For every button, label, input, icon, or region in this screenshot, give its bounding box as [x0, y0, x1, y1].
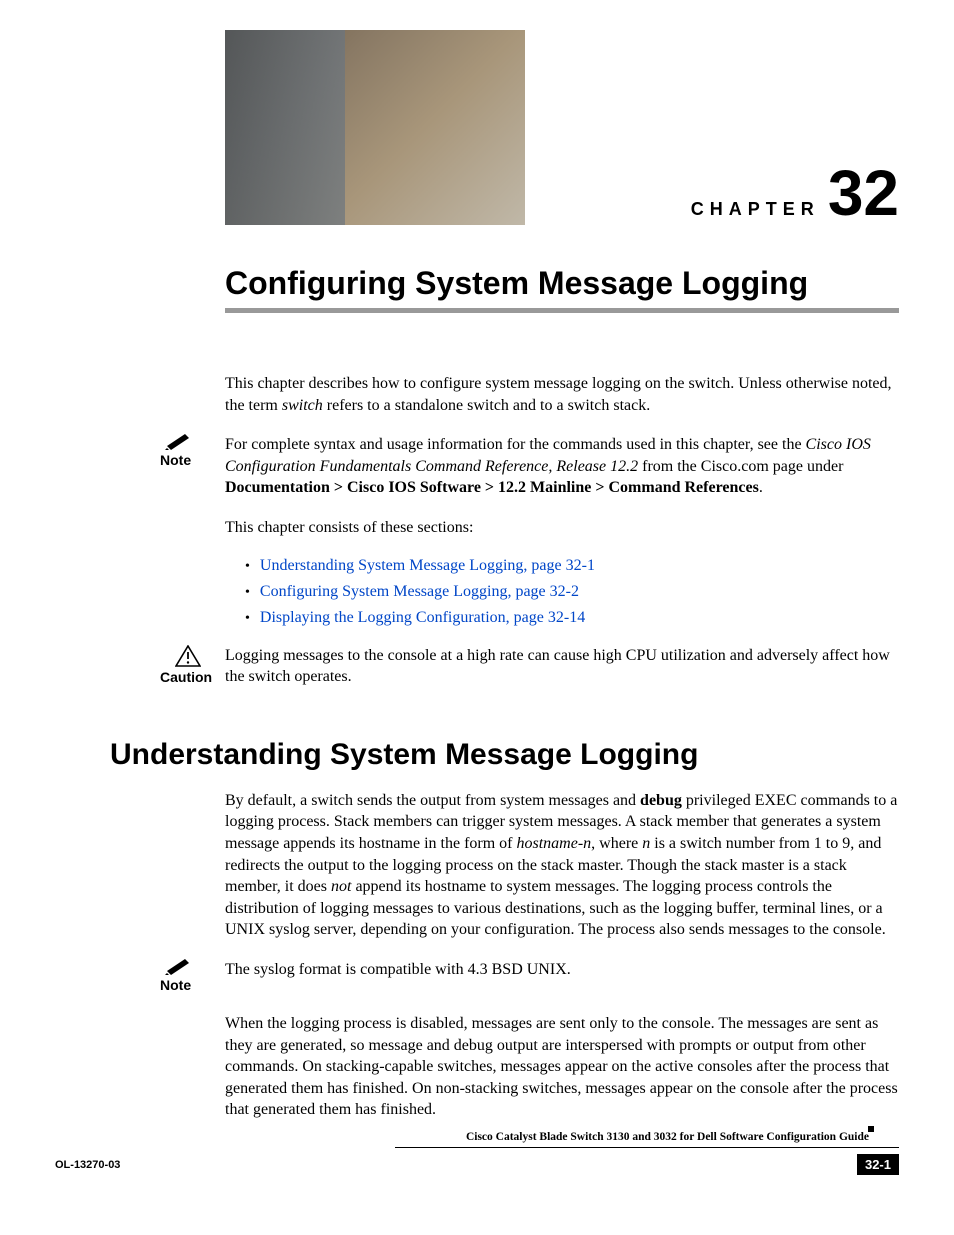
- bullet-icon: •: [245, 585, 250, 601]
- text-italic: hostname-n: [517, 835, 592, 852]
- body-paragraph: When the logging process is disabled, me…: [225, 1013, 899, 1121]
- toc-item: • Displaying the Logging Configuration, …: [245, 609, 899, 627]
- text-italic: switch: [282, 397, 323, 414]
- caution-icon: [175, 645, 201, 667]
- footer-tick: [868, 1126, 874, 1132]
- title-rule: [225, 308, 899, 313]
- toc-item: • Configuring System Message Logging, pa…: [245, 583, 899, 601]
- toc-link-configuring[interactable]: Configuring System Message Logging, page…: [260, 583, 579, 601]
- footer-doc-title: Cisco Catalyst Blade Switch 3130 and 303…: [55, 1131, 869, 1143]
- bullet-icon: •: [245, 559, 250, 575]
- text: .: [759, 479, 763, 496]
- chapter-header: CHAPTER 32: [225, 30, 899, 225]
- text-bold: Documentation > Cisco IOS Software > 12.…: [225, 479, 759, 496]
- bullet-icon: •: [245, 611, 250, 627]
- note-text: The syslog format is compatible with 4.3…: [225, 959, 899, 981]
- caution-text: Logging messages to the console at a hig…: [225, 645, 899, 688]
- note-icon: [165, 434, 193, 450]
- note-label: Note: [160, 977, 191, 993]
- body-paragraph: By default, a switch sends the output fr…: [225, 790, 899, 941]
- caution-block: Caution Logging messages to the console …: [55, 645, 899, 688]
- note-block: Note The syslog format is compatible wit…: [55, 959, 899, 995]
- text: For complete syntax and usage informatio…: [225, 436, 806, 453]
- toc-item: • Understanding System Message Logging, …: [245, 557, 899, 575]
- sections-intro: This chapter consists of these sections:: [225, 517, 899, 539]
- footer-doc-number: OL-13270-03: [55, 1159, 120, 1171]
- chapter-word: CHAPTER: [691, 199, 820, 220]
- caution-label: Caution: [160, 669, 212, 685]
- chapter-label-block: CHAPTER 32: [691, 168, 899, 225]
- text-italic: not: [331, 878, 351, 895]
- note-label: Note: [160, 452, 191, 468]
- text-bold: debug: [640, 792, 682, 809]
- toc-link-displaying[interactable]: Displaying the Logging Configuration, pa…: [260, 609, 585, 627]
- text: refers to a standalone switch and to a s…: [323, 397, 650, 414]
- toc-list: • Understanding System Message Logging, …: [245, 557, 899, 627]
- toc-link-understanding[interactable]: Understanding System Message Logging, pa…: [260, 557, 595, 575]
- footer-rule: [395, 1147, 899, 1148]
- chapter-photo: [225, 30, 525, 225]
- section-heading: Understanding System Message Logging: [110, 738, 899, 772]
- page-footer: Cisco Catalyst Blade Switch 3130 and 303…: [55, 1131, 899, 1175]
- chapter-title: Configuring System Message Logging: [225, 265, 899, 302]
- chapter-number: 32: [828, 168, 899, 219]
- text: By default, a switch sends the output fr…: [225, 792, 640, 809]
- intro-paragraph: This chapter describes how to configure …: [225, 373, 899, 416]
- text: from the Cisco.com page under: [638, 458, 843, 475]
- text: , where: [591, 835, 642, 852]
- note-icon: [165, 959, 193, 975]
- page-number: 32-1: [857, 1154, 899, 1175]
- note-block: Note For complete syntax and usage infor…: [55, 434, 899, 499]
- note-text: For complete syntax and usage informatio…: [225, 434, 899, 499]
